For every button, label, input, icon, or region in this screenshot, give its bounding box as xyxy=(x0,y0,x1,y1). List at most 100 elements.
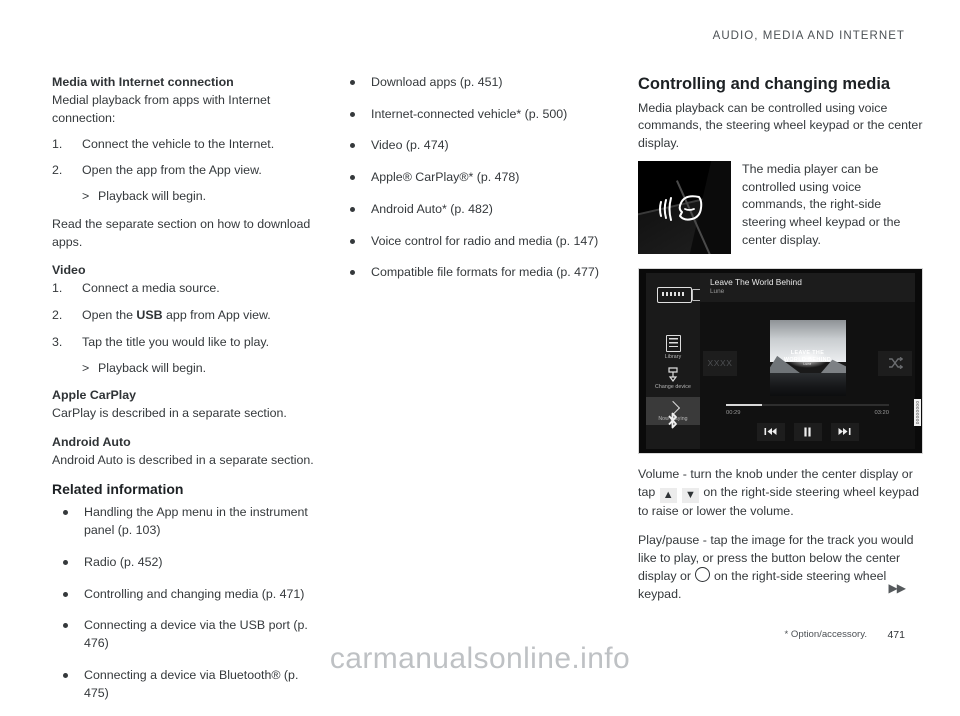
result-text: Playback will begin. xyxy=(98,360,207,375)
step-text-post: app from App view. xyxy=(162,308,271,323)
section-heading-apple-carplay: Apple CarPlay xyxy=(52,388,137,403)
album-art[interactable]: LEAVE THE WORLD BEHIND Lune xyxy=(769,319,846,396)
next-page-arrows[interactable]: ▶▶ xyxy=(889,581,906,595)
change-device-icon xyxy=(666,367,680,382)
volume-down-key: ▼ xyxy=(682,487,699,504)
repeat-label: XXXX xyxy=(707,358,733,369)
bluetooth-icon[interactable] xyxy=(665,411,680,435)
list-item[interactable]: Apple® CarPlay®* (p. 478) xyxy=(339,169,619,187)
step-result: > Playback will begin. xyxy=(82,360,324,378)
album-art-water xyxy=(769,373,846,396)
column-one: Media with Internet connection Medial pl… xyxy=(52,74,324,716)
site-watermark: carmanualsonline.info xyxy=(329,642,631,675)
previous-track-button[interactable] xyxy=(756,422,785,441)
play-pause-key-icon xyxy=(695,567,711,583)
section-heading-media-internet: Media with Internet connection xyxy=(52,75,234,89)
list-item[interactable]: Internet-connected vehicle* (p. 500) xyxy=(339,106,619,124)
step-item: 2. Open the USB app from App view. xyxy=(52,307,324,325)
related-link-label: Internet-connected vehicle* (p. 500) xyxy=(371,106,568,121)
voice-control-figure: The media player can be controlled using… xyxy=(638,160,923,254)
play-pause-instruction: Play/pause - tap the image for the track… xyxy=(638,532,923,604)
related-link-label: Radio (p. 452) xyxy=(84,554,163,569)
shuffle-button[interactable] xyxy=(878,350,912,376)
voice-control-image xyxy=(638,160,731,254)
related-link-label: Download apps (p. 451) xyxy=(371,75,503,89)
previous-track-icon xyxy=(764,428,777,436)
steps-media-internet: 1. Connect the vehicle to the Internet. … xyxy=(52,136,324,206)
player-sidebar-item-library[interactable]: Library xyxy=(646,334,700,360)
list-item[interactable]: Android Auto* (p. 482) xyxy=(339,201,619,219)
player-sidebar-label: Library xyxy=(664,353,682,360)
step-text-pre: Open the xyxy=(82,308,137,323)
voice-control-caption: The media player can be controlled using… xyxy=(742,161,901,247)
related-information-list-continued: Download apps (p. 451) Internet-connecte… xyxy=(339,74,619,282)
section-intro-media-internet: Medial playback from apps with Internet … xyxy=(52,93,271,125)
related-link-label: Controlling and changing media (p. 471) xyxy=(84,586,305,601)
next-track-button[interactable] xyxy=(830,422,859,441)
related-link-label: Compatible file formats for media (p. 47… xyxy=(371,265,599,280)
progress-bar[interactable] xyxy=(726,403,889,406)
step-item: 3. Tap the title you would like to play.… xyxy=(52,334,324,377)
list-item[interactable]: Compatible file formats for media (p. 47… xyxy=(339,264,619,282)
step-number: 2. xyxy=(52,163,63,178)
shuffle-icon xyxy=(888,357,903,370)
list-item[interactable]: Radio (p. 452) xyxy=(52,554,324,572)
album-art-artist: Lune xyxy=(803,361,812,366)
track-title: Leave The World Behind xyxy=(710,276,802,287)
related-link-label: Android Auto* (p. 482) xyxy=(371,201,493,216)
track-artist: Lune xyxy=(710,288,725,296)
player-main: Leave The World Behind Lune LEAVE THE WOR… xyxy=(700,272,915,449)
list-item[interactable]: Video (p. 474) xyxy=(339,137,619,155)
list-item[interactable]: Handling the App menu in the instrument … xyxy=(52,504,324,539)
media-source-icon[interactable] xyxy=(657,286,692,303)
progress-fill xyxy=(726,403,762,406)
player-titlebar: Leave The World Behind Lune xyxy=(700,272,915,302)
list-item[interactable]: Controlling and changing media (p. 471) xyxy=(52,586,324,604)
related-link-label: Handling the App menu in the instrument … xyxy=(84,505,308,538)
next-track-icon xyxy=(838,428,851,436)
step-text: Open the app from the App view. xyxy=(82,163,262,178)
step-result: > Playback will begin. xyxy=(82,188,324,206)
step-number: 3. xyxy=(52,334,63,349)
volume-instruction: Volume - turn the knob under the center … xyxy=(638,466,923,521)
section-heading-android-auto: Android Auto xyxy=(52,435,131,450)
pause-button[interactable] xyxy=(793,422,822,441)
list-item[interactable]: Voice control for radio and media (p. 14… xyxy=(339,233,619,251)
player-sidebar-item-change-device[interactable]: Change device xyxy=(646,367,700,390)
download-apps-note: Read the separate section on how to down… xyxy=(52,216,311,249)
result-marker: > xyxy=(82,189,90,204)
library-icon xyxy=(665,334,681,352)
related-link-label: Apple® CarPlay®* (p. 478) xyxy=(371,170,520,185)
player-sidebar-label: Change device xyxy=(655,383,691,390)
time-total: 03:20 xyxy=(874,409,889,416)
step-number: 2. xyxy=(52,308,63,323)
step-text: Connect the vehicle to the Internet. xyxy=(82,136,275,151)
apple-carplay-body: CarPlay is described in a separate secti… xyxy=(52,406,287,421)
voice-command-icon xyxy=(659,195,703,221)
transport-controls xyxy=(700,422,915,441)
step-item: 1. Connect the vehicle to the Internet. xyxy=(52,136,324,154)
volume-instruction-post: on the right-side steering wheel keypad … xyxy=(638,484,919,519)
step-text: Connect a media source. xyxy=(82,281,220,296)
result-marker: > xyxy=(82,360,90,375)
media-player-screenshot: Library Change device Now playing Leave … xyxy=(638,267,923,454)
player-sidebar: Library Change device Now playing xyxy=(646,272,701,449)
step-text: Tap the title you would like to play. xyxy=(82,334,270,349)
volume-up-key: ▲ xyxy=(659,487,677,504)
step-number: 1. xyxy=(52,136,63,151)
image-code-watermark: 00000000 xyxy=(914,398,921,427)
list-item[interactable]: Download apps (p. 451) xyxy=(339,74,619,92)
result-text: Playback will begin. xyxy=(98,189,207,204)
related-link-label: Voice control for radio and media (p. 14… xyxy=(371,233,599,248)
page-title: AUDIO, MEDIA AND INTERNET xyxy=(712,30,905,42)
album-art-title-line1: LEAVE THE xyxy=(790,350,825,357)
steps-video: 1. Connect a media source. 2. Open the U… xyxy=(52,280,324,377)
manual-page: AUDIO, MEDIA AND INTERNET Media with Int… xyxy=(0,0,960,700)
controlling-media-intro: Media playback can be controlled using v… xyxy=(638,100,923,151)
repeat-button[interactable]: XXXX xyxy=(703,350,737,376)
step-number: 1. xyxy=(52,281,63,296)
column-two: Download apps (p. 451) Internet-connecte… xyxy=(339,74,619,296)
pause-icon xyxy=(804,427,811,437)
step-item: 2. Open the app from the App view. > Pla… xyxy=(52,162,324,205)
step-item: 1. Connect a media source. xyxy=(52,280,324,298)
